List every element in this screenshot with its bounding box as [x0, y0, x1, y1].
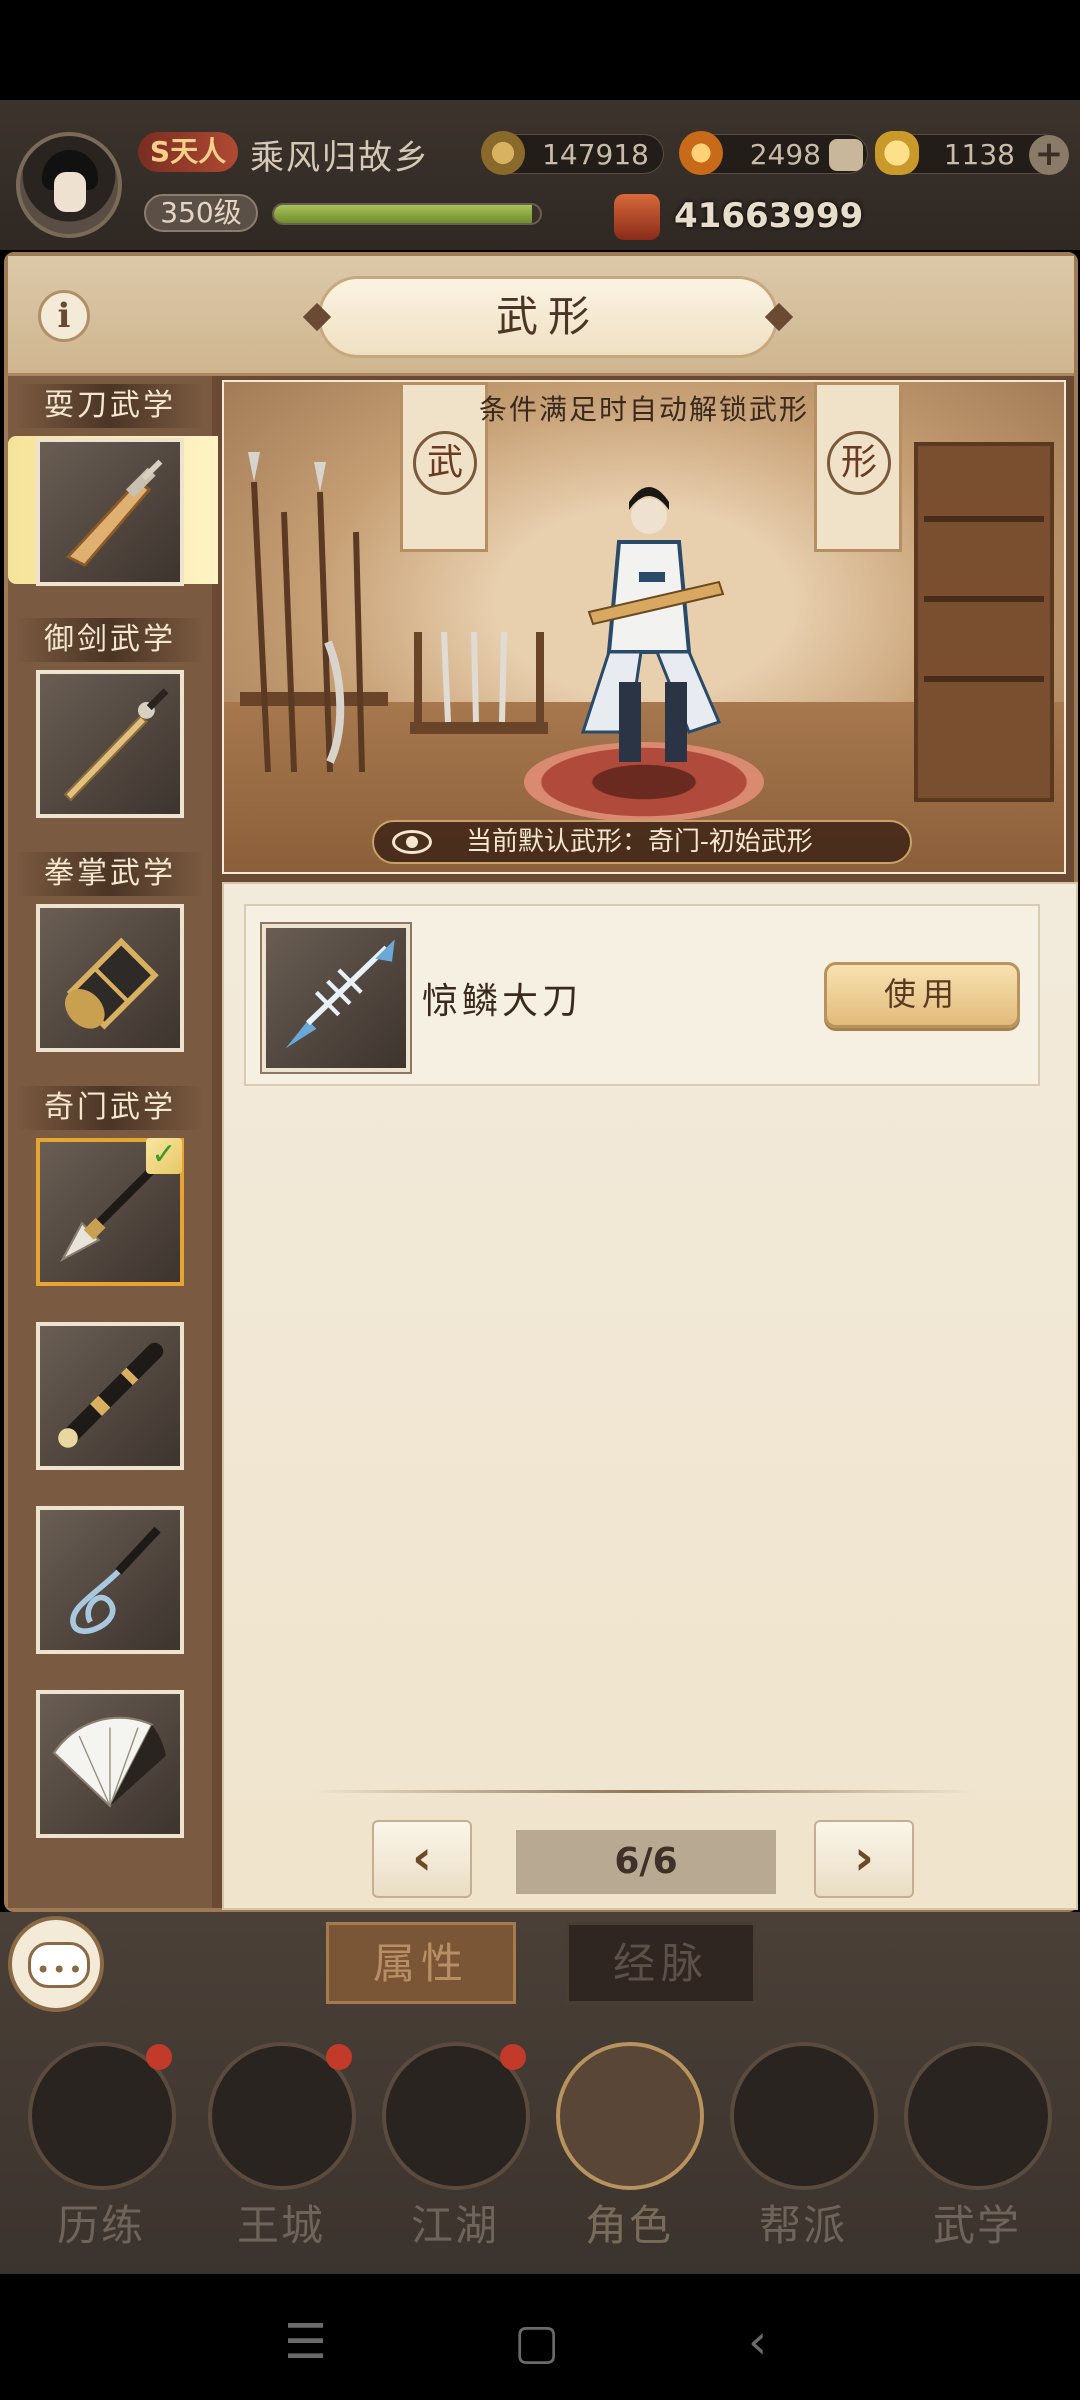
player-level: 350级: [144, 194, 258, 232]
coin-value: 2498: [749, 138, 821, 171]
notification-dot: [326, 2044, 352, 2070]
nav-sect[interactable]: 帮派: [718, 2042, 888, 2272]
category-label-saber: 耍刀武学: [16, 384, 204, 428]
banner-left-char: 武: [413, 431, 477, 495]
martial-form-panel: i 武形 耍刀武学 御剑武学 拳掌武学 奇门武学 ✓ 武 形 条件满足时自动解锁…: [4, 252, 1078, 1912]
nav-label-sect: 帮派: [758, 2201, 847, 2250]
eye-icon[interactable]: [392, 830, 432, 854]
copper-value: 147918: [542, 138, 649, 171]
chat-bubble-icon: •••: [36, 1956, 85, 1984]
character-preview: 武 形 条件满足时自动解锁武形 当前默认武形：奇门-初始武形: [222, 380, 1066, 874]
default-form-indicator: 当前默认武形：奇门-初始武形: [372, 820, 912, 864]
power-icon: [614, 194, 660, 240]
exp-bar: [272, 203, 542, 225]
item-icon-frame: [260, 922, 412, 1074]
home-icon[interactable]: ▢: [514, 2314, 559, 2370]
banner-right-char: 形: [827, 431, 891, 495]
slot-fan[interactable]: [36, 1690, 184, 1838]
nav-royal-city[interactable]: 王城: [196, 2042, 366, 2272]
category-label-fist: 拳掌武学: [16, 852, 204, 896]
ingot-value: 1138: [943, 138, 1015, 171]
prev-page-button[interactable]: ‹: [372, 1820, 472, 1898]
equipped-check-icon: ✓: [146, 1138, 182, 1174]
tab-meridians[interactable]: 经脉: [566, 1922, 756, 2004]
sword-stand-icon: [410, 631, 548, 734]
nav-character[interactable]: 角色: [544, 2042, 714, 2272]
category-sidebar: 耍刀武学 御剑武学 拳掌武学 奇门武学 ✓: [8, 376, 218, 1908]
coin-resource: 2498: [679, 131, 868, 175]
copper-coin-icon: [481, 131, 525, 175]
back-icon[interactable]: ‹: [748, 2314, 767, 2370]
form-list: 惊鳞大刀 使用 ‹ 6/6 ›: [222, 882, 1078, 1910]
copper-resource: 147918: [481, 131, 664, 175]
default-form-text: 当前默认武形：奇门-初始武形: [466, 827, 813, 857]
unlock-hint: 条件满足时自动解锁武形: [478, 393, 809, 426]
nav-label-royal-city: 王城: [236, 2201, 325, 2250]
use-button[interactable]: 使用: [824, 962, 1020, 1028]
scene-bookshelf: [914, 442, 1054, 802]
slot-sword[interactable]: [36, 670, 184, 818]
item-name: 惊鳞大刀: [422, 981, 583, 1022]
ingot-resource: 1138 +: [875, 131, 1069, 175]
panel-title: 武形: [318, 276, 778, 358]
player-name: 乘风归故乡: [250, 138, 430, 178]
silver-ingot-icon: [829, 139, 863, 171]
hero-character: [580, 487, 725, 762]
sect-icon: [730, 2042, 878, 2190]
menu-icon[interactable]: ☰: [284, 2314, 327, 2370]
slot-whip[interactable]: [36, 1506, 184, 1654]
category-label-sword: 御剑武学: [16, 618, 204, 662]
gold-coin-icon: [679, 131, 723, 175]
gauntlet-icon: [65, 937, 159, 1030]
pagination-divider: [314, 1790, 974, 1793]
flute-icon: [58, 1342, 164, 1448]
nav-label-martial-arts: 武学: [932, 2201, 1021, 2250]
notification-dot: [500, 2044, 526, 2070]
list-item: 惊鳞大刀 使用: [244, 904, 1040, 1086]
next-page-button[interactable]: ›: [814, 1820, 914, 1898]
gold-ingot-icon: [875, 131, 919, 175]
system-navbar: ☰ ▢ ‹: [0, 2274, 1080, 2400]
panel-header: i 武形: [8, 256, 1074, 376]
top-bar: S天人 乘风归故乡 350级 147918 2498 1138 + 416639…: [0, 100, 1080, 250]
category-label-exotic: 奇门武学: [16, 1086, 204, 1130]
tab-attributes[interactable]: 属性: [326, 1922, 516, 2004]
power-value: 41663999: [674, 196, 864, 236]
nav-jianghu[interactable]: 江湖: [370, 2042, 540, 2272]
vip-badge: S天人: [138, 132, 238, 172]
nav-label-character: 角色: [584, 2201, 673, 2250]
nav-label-jianghu: 江湖: [410, 2201, 499, 2250]
saber-icon: [65, 459, 163, 567]
whip-icon: [70, 1526, 161, 1634]
slot-flute[interactable]: [36, 1322, 184, 1470]
sword-icon: [63, 688, 169, 802]
slot-spear[interactable]: ✓: [36, 1138, 184, 1286]
exp-bar-fill: [274, 205, 533, 223]
player-avatar[interactable]: [16, 132, 122, 238]
fan-icon: [52, 1716, 166, 1808]
fishbone-blade-icon: [285, 939, 395, 1049]
page-indicator: 6/6: [516, 1830, 776, 1894]
nav-training[interactable]: 历练: [16, 2042, 186, 2272]
chat-button[interactable]: •••: [8, 1916, 104, 2012]
character-icon: [556, 2042, 704, 2190]
status-bar: [0, 0, 1080, 100]
martial-arts-icon: [904, 2042, 1052, 2190]
notification-dot: [146, 2044, 172, 2070]
add-currency-button[interactable]: +: [1029, 135, 1069, 175]
nav-martial-arts[interactable]: 武学: [892, 2042, 1062, 2272]
avatar-face: [54, 172, 86, 212]
info-icon[interactable]: i: [38, 290, 90, 342]
slot-saber[interactable]: [36, 438, 184, 586]
nav-label-training: 历练: [56, 2201, 145, 2250]
slot-gauntlet[interactable]: [36, 904, 184, 1052]
combat-power: 41663999: [614, 194, 863, 240]
weapon-rack-icon: [240, 452, 388, 773]
